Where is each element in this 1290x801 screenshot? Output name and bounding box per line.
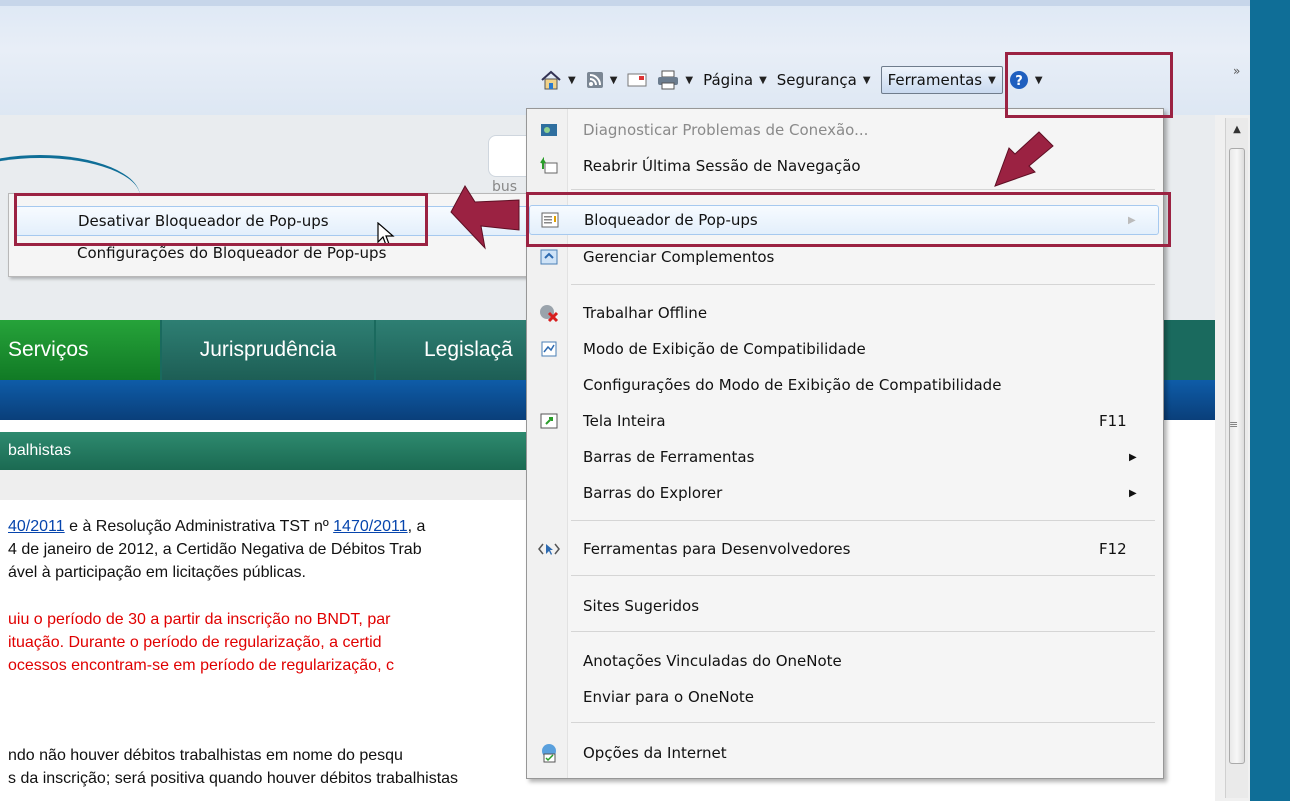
warning-line: ocessos encontram-se em período de regul… <box>8 657 394 674</box>
compatibility-icon <box>541 341 557 357</box>
printer-icon <box>658 70 679 90</box>
nav-tab-servicos[interactable]: Serviços <box>0 320 160 380</box>
text-fragment: e à Resolução Administrativa TST nº <box>64 518 334 535</box>
menu-item-label: Tela Inteira <box>583 412 666 430</box>
home-button[interactable]: ▼ <box>540 69 576 91</box>
developer-tools-icon <box>538 543 560 555</box>
reopen-session-icon <box>540 157 558 174</box>
highlight-box-tools <box>1005 52 1173 118</box>
network-diagnose-icon <box>541 124 557 136</box>
law-link[interactable]: 40/2011 <box>8 518 65 535</box>
scrollbar-thumb[interactable] <box>1229 148 1245 764</box>
menu-item-compatibility-settings[interactable]: Configurações do Modo de Exibição de Com… <box>529 370 1159 400</box>
scroll-up-arrow-icon[interactable]: ▲ <box>1226 118 1248 142</box>
paragraph-line: ndo não houver débitos trabalhistas em n… <box>8 747 403 764</box>
menu-item-work-offline[interactable]: Trabalhar Offline <box>529 298 1159 328</box>
addons-icon <box>540 249 558 265</box>
chevron-down-icon: ▼ <box>759 74 767 86</box>
section-band <box>0 470 545 500</box>
chevron-down-icon[interactable]: ▼ <box>568 75 576 86</box>
nav-tab-legislacao[interactable]: Legislaçã <box>376 320 536 380</box>
menu-separator <box>571 520 1155 521</box>
menu-separator <box>571 722 1155 723</box>
submenu-item-label: Configurações do Bloqueador de Pop-ups <box>77 244 387 262</box>
text-fragment: , a <box>407 518 426 535</box>
menu-item-label: Gerenciar Complementos <box>583 248 775 266</box>
menu-item-send-to-onenote[interactable]: Enviar para o OneNote <box>529 682 1159 712</box>
toolbar-overflow-chevron[interactable]: » <box>1233 64 1240 78</box>
menu-item-developer-tools[interactable]: Ferramentas para Desenvolvedores F12 <box>529 534 1159 564</box>
menu-item-label: Barras de Ferramentas <box>583 448 755 466</box>
menu-separator <box>571 284 1155 285</box>
home-icon <box>541 70 561 90</box>
paragraph-line: s da inscrição; será positiva quando hou… <box>8 770 459 787</box>
submenu-arrow-icon: ▶ <box>1129 451 1137 463</box>
menu-item-fullscreen[interactable]: Tela Inteira F11 <box>529 406 1159 436</box>
fullscreen-icon <box>540 413 558 429</box>
menu-item-label: Barras do Explorer <box>583 484 723 502</box>
menu-item-label: Ferramentas para Desenvolvedores <box>583 540 851 558</box>
annotation-arrow-icon <box>450 185 520 250</box>
scroll-grip-icon: ≡ <box>1229 418 1239 431</box>
mail-button[interactable] <box>627 72 647 88</box>
paragraph-line: ável à participação em licitações públic… <box>8 564 306 581</box>
chevron-down-icon: ▼ <box>862 74 871 86</box>
menu-shortcut: F12 <box>1099 540 1127 558</box>
resolution-link[interactable]: 1470/2011 <box>333 518 407 535</box>
section-title: balhistas <box>0 432 545 470</box>
menu-item-suggested-sites[interactable]: Sites Sugeridos <box>529 591 1159 621</box>
mail-icon <box>627 73 647 87</box>
menu-separator <box>571 189 1155 190</box>
menu-item-label: Opções da Internet <box>583 744 727 762</box>
highlight-box-popup-blocker <box>526 192 1171 247</box>
submenu-arrow-icon: ▶ <box>1129 487 1137 499</box>
page-menu-button[interactable]: Página ▼ <box>703 71 767 89</box>
nav-tab-jurisprudencia[interactable]: Jurisprudência <box>162 320 374 380</box>
tools-menu-button[interactable]: Ferramentas ▼ <box>880 66 1003 94</box>
menu-item-label: Configurações do Modo de Exibição de Com… <box>583 376 1002 394</box>
offline-icon <box>540 305 559 323</box>
tools-menu-label: Ferramentas <box>887 71 983 89</box>
print-button[interactable]: ▼ <box>657 70 693 90</box>
warning-line: uiu o período de 30 a partir da inscriçã… <box>8 611 391 628</box>
menu-separator <box>571 575 1155 576</box>
window-frame <box>1250 0 1290 801</box>
rss-feed-icon <box>586 72 603 88</box>
menu-item-onenote-linked-notes[interactable]: Anotações Vinculadas do OneNote <box>529 646 1159 676</box>
menu-item-label: Enviar para o OneNote <box>583 688 754 706</box>
menu-item-label: Modo de Exibição de Compatibilidade <box>583 340 866 358</box>
menu-item-internet-options[interactable]: Opções da Internet <box>529 738 1159 768</box>
paragraph-line: 4 de janeiro de 2012, a Certidão Negativ… <box>8 541 422 558</box>
menu-shortcut: F11 <box>1099 412 1127 430</box>
menu-item-compatibility-view[interactable]: Modo de Exibição de Compatibilidade <box>529 334 1159 364</box>
chevron-down-icon: ▼ <box>988 74 996 86</box>
menu-item-label: Sites Sugeridos <box>583 597 700 615</box>
highlight-box-disable-popup-blocker <box>14 193 428 246</box>
command-bar: ▼ ▼ ▼ Página ▼ Segurança ▼ Ferramentas ▼… <box>540 62 1053 98</box>
warning-line: ituação. Durante o período de regulariza… <box>8 634 382 651</box>
chevron-down-icon[interactable]: ▼ <box>610 75 618 86</box>
menu-item-explorer-bars[interactable]: Barras do Explorer ▶ <box>529 478 1159 508</box>
menu-item-label: Reabrir Última Sessão de Navegação <box>583 157 861 175</box>
vertical-scrollbar[interactable]: ▲ ≡ <box>1225 118 1248 798</box>
security-menu-label: Segurança <box>776 71 857 89</box>
menu-item-label: Diagnosticar Problemas de Conexão... <box>583 121 869 139</box>
internet-options-icon <box>542 744 556 763</box>
menu-separator <box>571 631 1155 632</box>
page-menu-label: Página <box>703 71 754 89</box>
menu-item-toolbars[interactable]: Barras de Ferramentas ▶ <box>529 442 1159 472</box>
annotation-arrow-icon <box>994 131 1054 187</box>
chevron-down-icon[interactable]: ▼ <box>685 75 693 86</box>
feeds-button[interactable]: ▼ <box>586 71 618 89</box>
menu-item-label: Trabalhar Offline <box>583 304 708 322</box>
paragraph-line: 40/2011 e à Resolução Administrativa TST… <box>8 518 425 536</box>
menu-item-label: Anotações Vinculadas do OneNote <box>583 652 842 670</box>
security-menu-button[interactable]: Segurança ▼ <box>777 71 871 89</box>
